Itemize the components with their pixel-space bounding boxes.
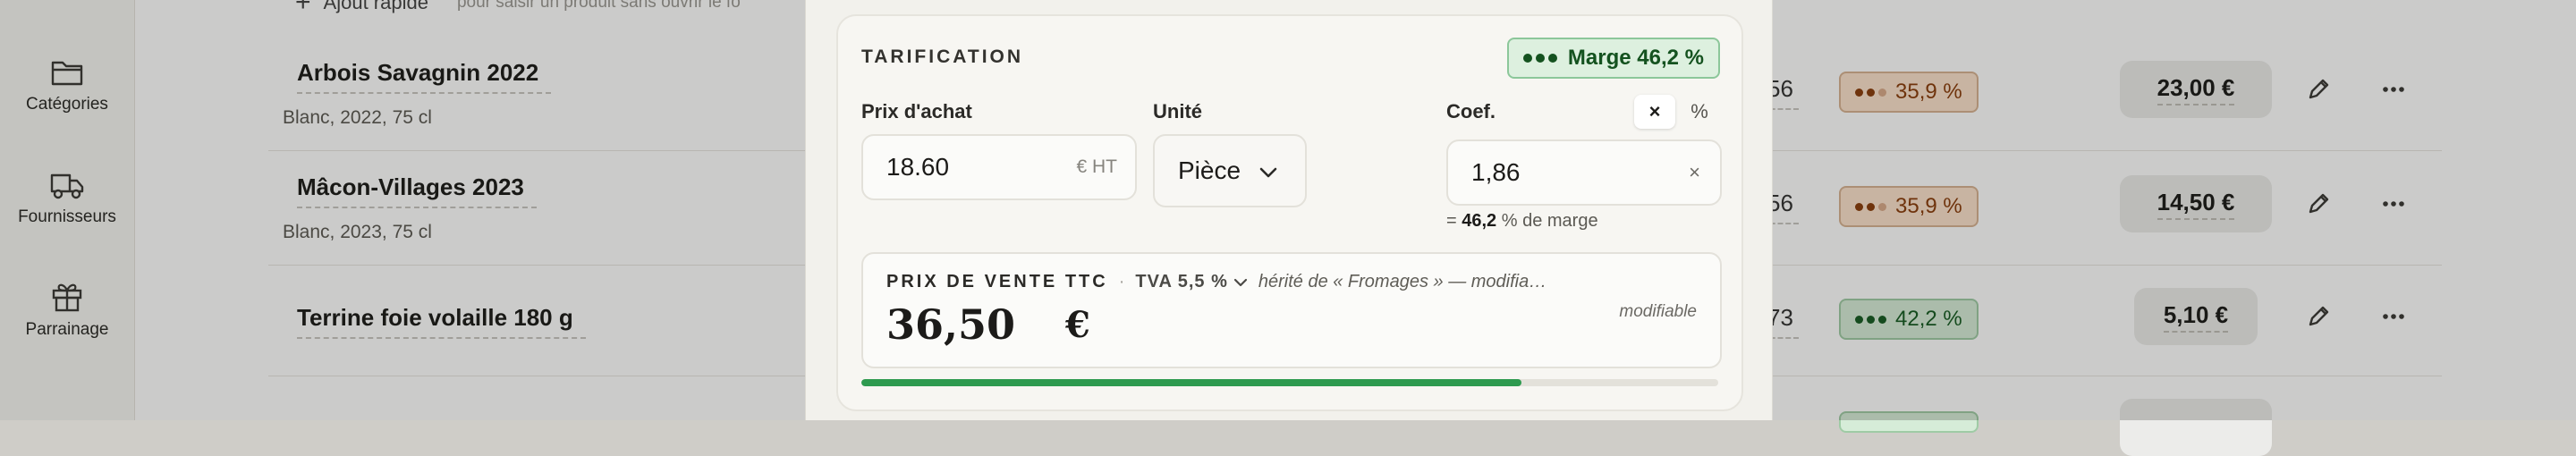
purchase-price-suffix: € HT [1076,156,1117,177]
margin-note-suffix: % de marge [1501,211,1598,231]
vat-inherited-note: hérité de « Fromages » — modifia… [1258,272,1547,291]
coefficient-label: Coef. [1446,100,1496,122]
purchase-price-label: Prix d'achat [861,100,972,122]
modifiable-hint: modifiable [1619,302,1697,321]
margin-note-prefix: = [1446,211,1457,231]
vat-select[interactable]: TVA 5,5 % [1135,272,1247,292]
margin-summary-badge: Marge 46,2 % [1506,38,1720,79]
computed-margin-note: = 46,2 % de marge [1446,211,1598,232]
unit-value: Pièce [1178,156,1241,184]
product-edit-modal: TARIFICATION Marge 46,2 % Prix d'achat 1… [805,0,1773,420]
pricing-card: TARIFICATION Marge 46,2 % Prix d'achat 1… [836,14,1743,411]
sale-price-title: PRIX DE VENTE TTC [886,272,1108,291]
coef-mode-percent[interactable]: % [1679,95,1720,129]
clear-icon[interactable]: × [1689,161,1700,184]
chevron-down-icon [1258,156,1278,185]
vat-value: TVA 5,5 % [1135,272,1228,291]
purchase-price-field[interactable]: 18.60 € HT [861,134,1137,200]
sale-price-panel[interactable]: PRIX DE VENTE TTC · TVA 5,5 % hérité de … [861,252,1722,368]
chevron-down-icon [1233,272,1248,292]
unit-select[interactable]: Pièce [1153,134,1307,207]
sale-price-currency: € [1065,304,1090,346]
margin-note-value: 46,2 [1462,211,1497,231]
coefficient-field[interactable]: 1,86 × [1446,139,1722,206]
sale-price-header: PRIX DE VENTE TTC · TVA 5,5 % hérité de … [886,272,1546,292]
unit-label: Unité [1153,100,1202,122]
margin-progress-fill [861,379,1521,386]
purchase-price-value: 18.60 [886,153,950,181]
margin-dots-icon [1522,54,1557,63]
margin-progress-bar [861,379,1718,386]
coef-mode-multiply[interactable]: × [1634,95,1675,129]
section-title: TARIFICATION [861,46,1024,67]
separator: · [1118,272,1125,291]
margin-summary-value: Marge 46,2 % [1567,46,1704,70]
coefficient-value: 1,86 [1471,158,1521,186]
sale-price-amount[interactable]: 36,50 [886,300,1015,349]
coefficient-mode-toggle[interactable]: × % [1634,95,1720,129]
